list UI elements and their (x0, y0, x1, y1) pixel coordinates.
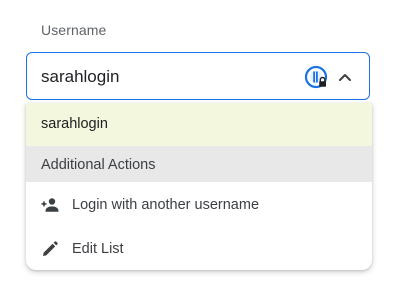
autofill-dropdown: sarahlogin Additional Actions Login with… (26, 103, 372, 270)
username-label: Username (41, 22, 107, 38)
login-with-another-username-label[interactable]: Login with another username (72, 197, 259, 213)
username-input[interactable]: sarahlogin (26, 52, 370, 100)
section-header-label: Additional Actions (41, 157, 156, 173)
edit-list-item[interactable]: Edit List (26, 226, 372, 270)
password-manager-lock-icon[interactable] (304, 65, 330, 91)
additional-actions-header: Additional Actions (26, 146, 372, 182)
suggestion-label[interactable]: sarahlogin (41, 116, 108, 132)
login-autofill-widget: Username sarahlogin sarahlogin Additiona… (0, 0, 407, 283)
suggestion-item[interactable]: sarahlogin (26, 103, 372, 146)
add-person-icon (40, 195, 60, 215)
chevron-up-icon[interactable] (337, 69, 353, 85)
pencil-icon (40, 239, 60, 259)
username-input-value[interactable]: sarahlogin (41, 67, 119, 87)
login-with-another-username-item[interactable]: Login with another username (26, 182, 372, 226)
edit-list-label[interactable]: Edit List (72, 241, 124, 257)
